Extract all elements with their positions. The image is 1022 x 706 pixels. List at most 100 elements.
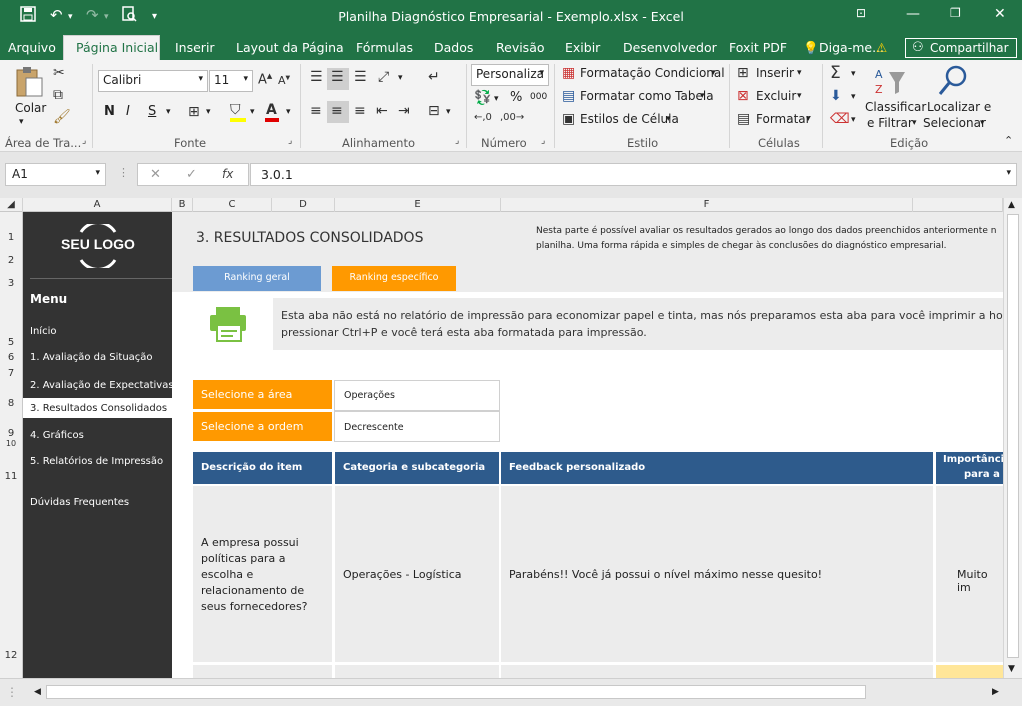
sort-filter-button-line2[interactable]: e Filtrar xyxy=(867,116,913,130)
format-as-table-icon[interactable]: ▤ xyxy=(562,89,575,103)
tab-foxit-pdf[interactable]: Foxit PDF xyxy=(729,40,787,55)
ribbon-display-icon[interactable]: ⊡ xyxy=(856,6,866,20)
select-area-dropdown[interactable]: Operações xyxy=(334,380,500,411)
minimize-icon[interactable]: — xyxy=(906,6,920,22)
increase-decimal-icon[interactable]: ←,0 xyxy=(474,113,492,123)
chevron-down-icon[interactable]: ▾ xyxy=(206,107,211,117)
tab-page-layout[interactable]: Layout da Página xyxy=(236,40,344,55)
share-button[interactable]: ⚇ Compartilhar xyxy=(905,38,1017,58)
tab-formulas[interactable]: Fórmulas xyxy=(356,40,413,55)
sidebar-item-inicio[interactable]: Início xyxy=(30,326,56,337)
row-header[interactable]: 5 xyxy=(0,337,22,348)
horizontal-scrollbar[interactable]: ⋮ ◀ ▶ xyxy=(0,678,1022,706)
align-left-icon[interactable]: ≡ xyxy=(310,104,322,118)
row-header[interactable]: 11 xyxy=(0,471,22,482)
chevron-down-icon[interactable]: ▾ xyxy=(250,107,255,117)
sort-filter-button-line1[interactable]: Classificar xyxy=(865,100,926,114)
column-header-a[interactable]: A xyxy=(23,198,172,212)
column-header-c[interactable]: C xyxy=(193,198,272,212)
conditional-formatting-icon[interactable]: ▦ xyxy=(562,66,575,80)
dialog-launcher-icon[interactable]: ⌟ xyxy=(288,137,292,146)
worksheet[interactable]: SEU LOGO Menu Início 1. Avaliação da Sit… xyxy=(23,212,1003,678)
fill-icon[interactable]: ⬇ xyxy=(830,89,842,103)
underline-button[interactable]: S xyxy=(148,104,156,119)
decrease-decimal-icon[interactable]: ,00→ xyxy=(500,113,524,123)
column-header-d[interactable]: D xyxy=(272,198,335,212)
scroll-down-icon[interactable]: ▼ xyxy=(1008,664,1015,674)
bold-button[interactable]: N xyxy=(104,104,115,119)
paste-dropdown-icon[interactable]: ▾ xyxy=(19,117,24,127)
format-cells-button[interactable]: Formatar xyxy=(756,112,811,126)
font-color-icon[interactable]: A xyxy=(266,103,277,117)
format-painter-icon[interactable]: 🖌 xyxy=(53,110,71,124)
insert-function-button[interactable]: fx xyxy=(222,167,233,181)
cancel-icon[interactable]: ✕ xyxy=(150,167,161,182)
chevron-down-icon[interactable]: ▾ xyxy=(494,94,499,104)
tab-developer[interactable]: Desenvolvedor xyxy=(623,40,717,55)
expand-formula-icon[interactable]: ▾ xyxy=(1006,168,1011,178)
name-box[interactable]: A1 ▾ xyxy=(5,163,106,186)
column-header-g[interactable] xyxy=(913,198,1003,212)
tell-me-box[interactable]: Diga-me... xyxy=(819,40,884,55)
chevron-down-icon[interactable]: ▾ xyxy=(398,73,403,83)
copy-icon[interactable]: ⧉ xyxy=(53,88,63,102)
chevron-down-icon[interactable]: ▾ xyxy=(446,107,451,117)
chevron-down-icon[interactable]: ▾ xyxy=(851,92,856,102)
tab-view[interactable]: Exibir xyxy=(565,40,600,55)
tab-data[interactable]: Dados xyxy=(434,40,473,55)
row-header[interactable]: 8 xyxy=(0,398,22,409)
row-header[interactable]: 12 xyxy=(0,650,22,661)
increase-indent-icon[interactable]: ⇥ xyxy=(398,104,410,118)
find-select-icon[interactable] xyxy=(937,64,969,98)
collapse-ribbon-icon[interactable]: ⌃ xyxy=(1004,135,1013,146)
paste-button[interactable]: Colar xyxy=(15,101,46,115)
align-middle-icon[interactable]: ☰ xyxy=(331,70,344,84)
tab-review[interactable]: Revisão xyxy=(496,40,545,55)
chevron-down-icon[interactable]: ▾ xyxy=(797,91,802,101)
row-header[interactable]: 10 xyxy=(0,439,22,448)
find-select-button-line1[interactable]: Localizar e xyxy=(927,100,991,114)
sidebar-item-avaliacao-situacao[interactable]: 1. Avaliação da Situação xyxy=(30,352,153,363)
enter-icon[interactable]: ✓ xyxy=(186,167,197,182)
scroll-up-icon[interactable]: ▲ xyxy=(1008,200,1015,210)
warning-icon[interactable]: ⚠ xyxy=(876,40,887,55)
orientation-icon[interactable]: ⤢ xyxy=(378,70,389,84)
conditional-formatting-button[interactable]: Formatação Condicional xyxy=(580,66,725,80)
sort-filter-icon[interactable]: AZ xyxy=(873,66,909,98)
increase-font-icon[interactable]: A▲ xyxy=(258,73,272,87)
merge-center-icon[interactable]: ⊟ xyxy=(428,104,440,118)
chevron-down-icon[interactable]: ▾ xyxy=(286,107,291,117)
delete-cells-icon[interactable]: ⊠ xyxy=(737,89,749,103)
sidebar-item-relatorios[interactable]: 5. Relatórios de Impressão xyxy=(30,456,163,467)
cell-styles-icon[interactable]: ▣ xyxy=(562,112,575,126)
row-header[interactable]: 6 xyxy=(0,352,22,363)
row-header[interactable]: 2 xyxy=(0,255,22,266)
chevron-down-icon[interactable]: ▾ xyxy=(912,118,917,128)
vertical-scrollbar[interactable]: ▲ ▼ xyxy=(1003,198,1022,678)
chevron-down-icon[interactable]: ▾ xyxy=(700,91,705,101)
paste-icon[interactable] xyxy=(14,66,44,98)
sidebar-item-resultados[interactable]: 3. Resultados Consolidados xyxy=(30,403,167,414)
chevron-down-icon[interactable]: ▾ xyxy=(166,107,171,117)
chevron-down-icon[interactable]: ▾ xyxy=(666,114,671,124)
tab-file[interactable]: Arquivo xyxy=(8,40,56,55)
find-select-button-line2[interactable]: Selecionar xyxy=(923,116,986,130)
dialog-launcher-icon[interactable]: ⌟ xyxy=(455,137,459,146)
format-cells-icon[interactable]: ▤ xyxy=(737,112,750,126)
row-header[interactable]: 3 xyxy=(0,278,22,289)
borders-icon[interactable]: ⊞ xyxy=(188,105,200,119)
row-header[interactable]: 9 xyxy=(0,428,22,439)
clear-icon[interactable]: ⌫ xyxy=(830,112,850,126)
autosum-icon[interactable]: Σ xyxy=(830,65,841,82)
chevron-down-icon[interactable]: ▾ xyxy=(851,69,856,79)
column-header-f[interactable]: F xyxy=(501,198,913,212)
delete-cells-button[interactable]: Excluir xyxy=(756,89,796,103)
align-right-icon[interactable]: ≡ xyxy=(354,104,366,118)
scroll-right-icon[interactable]: ▶ xyxy=(992,687,999,697)
sidebar-item-avaliacao-expectativas[interactable]: 2. Avaliação de Expectativas xyxy=(30,380,174,391)
tab-home[interactable]: Página Inicial xyxy=(63,35,160,60)
column-header-b[interactable]: B xyxy=(172,198,193,212)
cut-icon[interactable]: ✂ xyxy=(53,66,65,80)
row-header[interactable]: 7 xyxy=(0,368,22,379)
cell-styles-button[interactable]: Estilos de Célula xyxy=(580,112,679,126)
